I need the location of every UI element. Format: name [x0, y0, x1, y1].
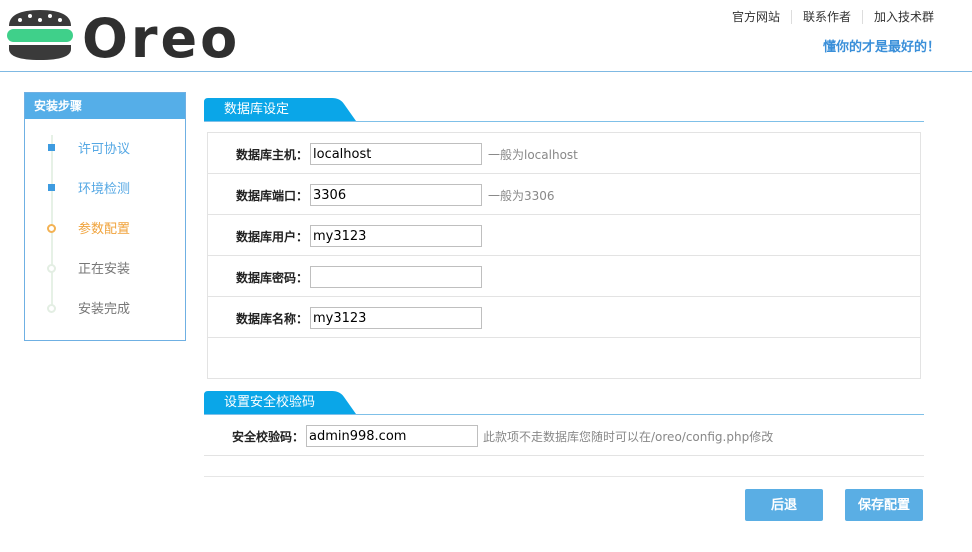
- security-code-row: 安全校验码： 此款项不走数据库您随时可以在/oreo/config.php修改: [204, 415, 924, 456]
- db-settings-form: 数据库主机： 一般为localhost 数据库端口： 一般为3306 数据库用户…: [207, 132, 921, 379]
- install-steps-panel: 安装步骤 许可协议 环境检测 参数配置 正在安装 安装完成: [24, 92, 186, 341]
- oreo-logo: Oreo: [7, 7, 240, 63]
- security-code-hint: 此款项不走数据库您随时可以在/oreo/config.php修改: [483, 430, 774, 444]
- step-installing: 正在安装: [25, 257, 185, 277]
- db-name-label: 数据库名称：: [235, 312, 308, 326]
- step-done-icon: [48, 144, 55, 151]
- db-user-input[interactable]: [310, 225, 482, 247]
- db-password-input[interactable]: [310, 266, 482, 288]
- step-current-icon: [47, 224, 56, 233]
- security-section-title: 设置安全校验码: [224, 395, 316, 410]
- slogan: 懂你的才是最好的！: [822, 40, 940, 55]
- footer-rule: [204, 476, 924, 477]
- db-host-input[interactable]: [310, 143, 482, 165]
- db-name-input[interactable]: [310, 307, 482, 329]
- db-host-row: 数据库主机： 一般为localhost: [208, 133, 920, 174]
- security-section-tab: 设置安全校验码: [204, 391, 356, 414]
- step-done-icon: [48, 184, 55, 191]
- link-join-group[interactable]: 加入技术群: [861, 10, 934, 24]
- step-label: 安装完成: [78, 302, 131, 317]
- step-label: 正在安装: [78, 262, 131, 277]
- db-user-label: 数据库用户：: [235, 230, 308, 244]
- save-config-button[interactable]: 保存配置: [845, 489, 923, 521]
- db-port-hint: 一般为3306: [488, 189, 555, 203]
- db-user-row: 数据库用户：: [208, 215, 920, 256]
- step-pending-icon: [47, 264, 56, 273]
- db-password-label: 数据库密码：: [235, 271, 308, 285]
- db-port-label: 数据库端口：: [235, 189, 308, 203]
- db-section-title: 数据库设定: [224, 102, 290, 117]
- back-button[interactable]: 后退: [745, 489, 823, 521]
- security-code-input[interactable]: [306, 425, 478, 447]
- db-section-tab: 数据库设定: [204, 98, 356, 121]
- oreo-cookie-icon: [7, 10, 73, 60]
- db-port-row: 数据库端口： 一般为3306: [208, 174, 920, 215]
- step-pending-icon: [47, 304, 56, 313]
- logo-text: Oreo: [82, 7, 240, 63]
- db-port-input[interactable]: [310, 184, 482, 206]
- security-code-label: 安全校验码：: [231, 430, 304, 444]
- db-host-label: 数据库主机：: [235, 148, 308, 162]
- install-steps-title: 安装步骤: [25, 93, 185, 119]
- step-label: 许可协议: [78, 142, 131, 157]
- db-host-hint: 一般为localhost: [488, 148, 578, 162]
- step-config: 参数配置: [25, 217, 185, 237]
- link-official-site[interactable]: 官方网站: [721, 10, 791, 24]
- step-label: 参数配置: [78, 222, 131, 237]
- header: Oreo 官方网站 联系作者 加入技术群 懂你的才是最好的！: [0, 0, 972, 72]
- step-env-check: 环境检测: [25, 177, 185, 197]
- db-password-row: 数据库密码：: [208, 256, 920, 297]
- db-section-rule: [204, 121, 924, 122]
- step-complete: 安装完成: [25, 297, 185, 317]
- step-license: 许可协议: [25, 137, 185, 157]
- db-name-row: 数据库名称：: [208, 297, 920, 338]
- top-links: 官方网站 联系作者 加入技术群: [721, 10, 934, 24]
- link-contact-author[interactable]: 联系作者: [790, 10, 862, 24]
- step-label: 环境检测: [78, 182, 131, 197]
